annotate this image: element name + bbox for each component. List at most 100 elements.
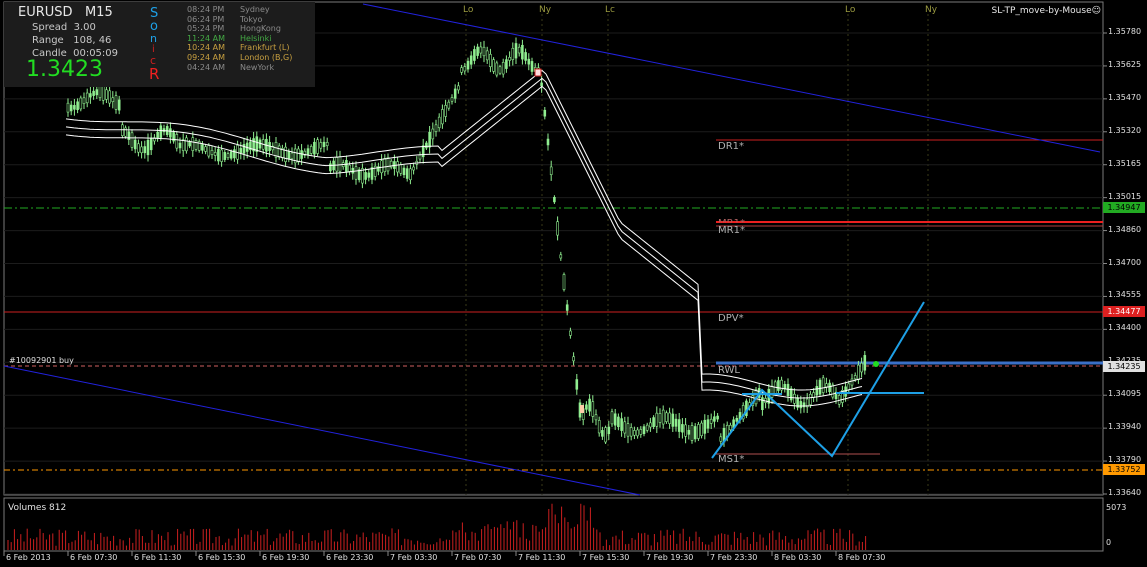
candle-body bbox=[89, 93, 92, 98]
upper-trendline[interactable] bbox=[362, 3, 1101, 153]
candle-body bbox=[370, 167, 374, 180]
candle-body bbox=[585, 404, 588, 410]
time-axis-label: 6 Feb 07:30 bbox=[70, 553, 118, 562]
candle-body bbox=[700, 422, 703, 437]
candle-body bbox=[706, 419, 710, 429]
candle-body bbox=[665, 412, 668, 422]
candle-body bbox=[229, 151, 233, 159]
candle-body bbox=[559, 254, 563, 259]
candle-body bbox=[441, 109, 444, 125]
candle-body bbox=[383, 158, 387, 173]
candle-body bbox=[735, 418, 739, 422]
candle-body bbox=[146, 139, 150, 156]
candle-body bbox=[85, 92, 89, 104]
candle-body bbox=[521, 44, 524, 60]
candle-body bbox=[460, 67, 463, 73]
ma-line bbox=[65, 77, 863, 399]
candle-body bbox=[527, 58, 531, 65]
candle-body bbox=[79, 97, 83, 110]
candle-body bbox=[553, 196, 556, 203]
candle-body bbox=[124, 127, 127, 137]
candle-body bbox=[338, 156, 342, 172]
session-label: Lo bbox=[463, 5, 474, 15]
candle-body bbox=[575, 379, 579, 390]
candle-body bbox=[799, 401, 803, 409]
candle-body bbox=[697, 424, 700, 439]
time-axis-label: 6 Feb 2013 bbox=[6, 553, 51, 562]
candle-body bbox=[127, 131, 131, 140]
lower-trendline[interactable] bbox=[3, 365, 641, 496]
candle-body bbox=[73, 105, 76, 110]
candle-body bbox=[274, 142, 278, 158]
candle-body bbox=[719, 436, 723, 442]
price-axis-label: 1.35470 bbox=[1108, 92, 1142, 102]
candle-body bbox=[418, 154, 422, 160]
candle-body bbox=[844, 386, 847, 397]
candle-body bbox=[645, 424, 649, 431]
moving-average-channel bbox=[65, 69, 863, 407]
tz-time: 11:24 AM bbox=[187, 33, 225, 43]
price-axis-label: 1.34095 bbox=[1108, 389, 1142, 399]
candle-body bbox=[789, 388, 793, 401]
candle-body bbox=[92, 90, 95, 96]
candle-body bbox=[169, 128, 172, 138]
candle-body bbox=[476, 46, 479, 56]
tz-time: 08:24 PM bbox=[187, 5, 225, 14]
candle-body bbox=[217, 148, 220, 162]
candle-body bbox=[636, 429, 639, 437]
candle-body bbox=[204, 146, 207, 152]
session-label: Lc bbox=[605, 5, 615, 15]
price-axis-label: 1.34700 bbox=[1108, 257, 1142, 267]
candle-body bbox=[607, 426, 611, 435]
candle-body bbox=[137, 143, 140, 153]
tz-city: Frankfurt (L) bbox=[240, 43, 290, 53]
price-tag: 1.33752 bbox=[1103, 464, 1145, 475]
candle-body bbox=[569, 330, 572, 336]
candle-body bbox=[143, 146, 147, 154]
time-axis-label: 8 Feb 03:30 bbox=[774, 553, 822, 562]
symbol-name: EURUSD bbox=[18, 5, 73, 20]
time-axis-label: 7 Feb 23:30 bbox=[710, 553, 758, 562]
candle-body bbox=[140, 146, 143, 154]
candle-body bbox=[396, 161, 399, 173]
ea-label[interactable]: SL-TP_move-by-Mouse☺ bbox=[991, 6, 1101, 16]
pattern-zigzag[interactable] bbox=[711, 301, 925, 459]
candle-body bbox=[213, 152, 217, 156]
candle-body bbox=[220, 149, 223, 162]
candle-body bbox=[770, 385, 774, 398]
entry-marker[interactable] bbox=[873, 361, 879, 367]
candle-body bbox=[565, 304, 569, 311]
candle-body bbox=[133, 139, 137, 150]
order-label[interactable]: #10092901 buy bbox=[9, 356, 74, 365]
time-axis-label: 7 Feb 07:30 bbox=[454, 553, 502, 562]
level-label: MR1* bbox=[718, 225, 745, 236]
candle-body bbox=[364, 172, 367, 180]
price-axis-label: 1.35320 bbox=[1108, 125, 1142, 135]
candle-body bbox=[517, 46, 521, 54]
sonic-letter-r: R bbox=[149, 65, 160, 83]
candle-body bbox=[508, 56, 511, 61]
candle-body bbox=[594, 414, 598, 421]
spread-row: Spread 3.00 bbox=[32, 22, 96, 33]
candle-body bbox=[108, 90, 111, 104]
price-tag: 1.34235 bbox=[1103, 361, 1145, 372]
candle-body bbox=[191, 137, 195, 151]
tz-city: Sydney bbox=[240, 5, 270, 14]
candle-body bbox=[505, 59, 508, 69]
price-axis-label: 1.33790 bbox=[1108, 455, 1142, 465]
tz-time: 04:24 AM bbox=[187, 62, 225, 72]
candle-body bbox=[428, 131, 431, 148]
candle-body bbox=[95, 89, 99, 96]
info-panel: EURUSD M15 Spread 3.00 Range 108, 46 Can… bbox=[4, 2, 315, 87]
candle-body bbox=[729, 424, 732, 431]
candle-body bbox=[677, 419, 681, 432]
price-axis-label: 1.33640 bbox=[1108, 488, 1142, 497]
candle-body bbox=[639, 429, 643, 435]
candle-body bbox=[114, 95, 118, 110]
spread-value: 3.00 bbox=[73, 22, 96, 33]
candle-body bbox=[255, 136, 259, 152]
candle-body bbox=[463, 66, 467, 72]
candle-body bbox=[329, 163, 332, 172]
candle-body bbox=[716, 415, 719, 420]
range-label: Range bbox=[32, 35, 64, 46]
